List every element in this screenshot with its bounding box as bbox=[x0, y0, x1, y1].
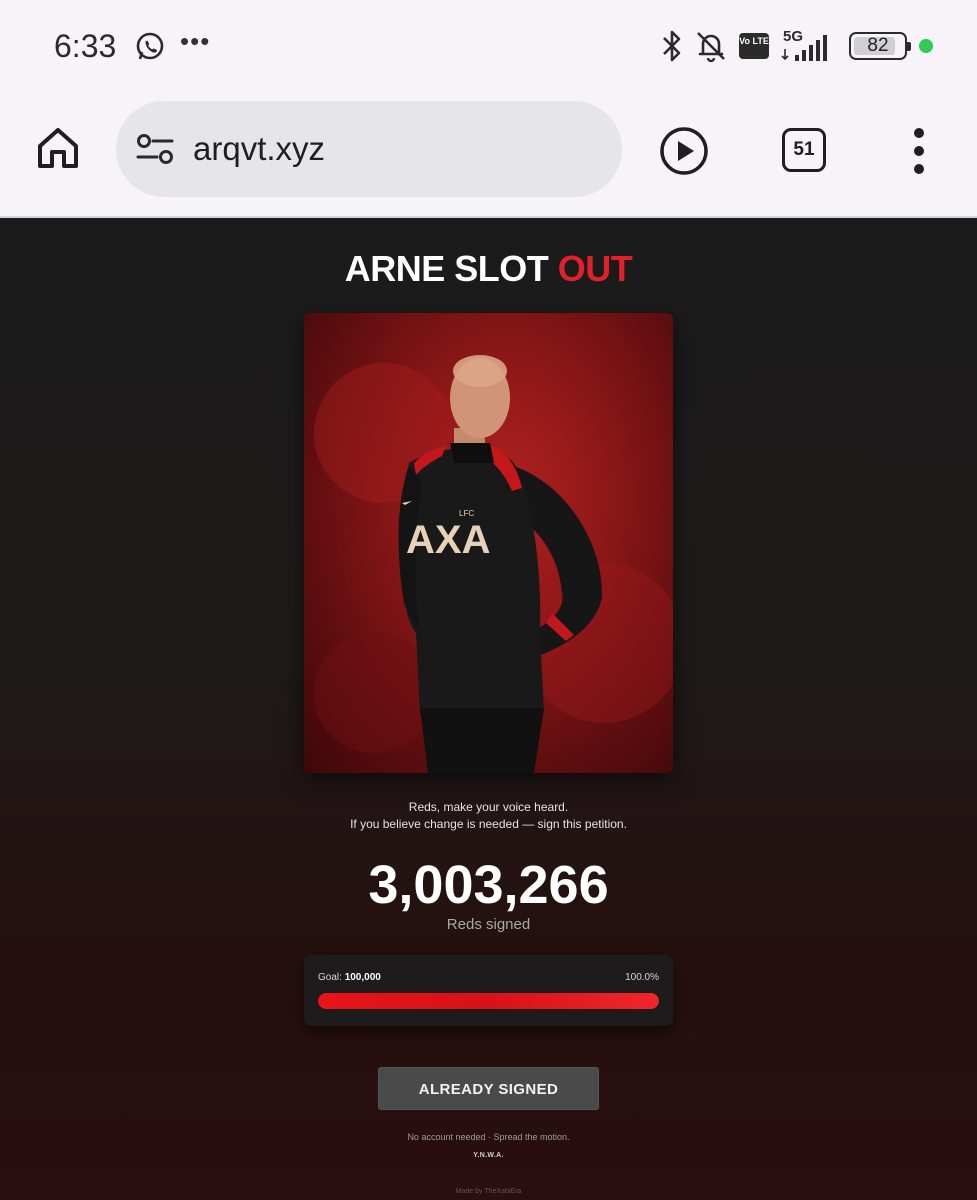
volte-icon: Vo LTE bbox=[739, 33, 769, 59]
overflow-menu-icon[interactable] bbox=[906, 127, 932, 175]
bluetooth-icon bbox=[663, 30, 681, 62]
clock: 6:33 bbox=[54, 28, 117, 64]
tab-switcher-button[interactable]: 51 bbox=[782, 128, 826, 172]
tagline-line1: Reds, make your voice heard. bbox=[408, 800, 569, 814]
title-name: ARNE SLOT bbox=[344, 248, 549, 289]
signal-icon bbox=[781, 35, 827, 61]
shirt-sponsor-text: AXA bbox=[406, 518, 490, 562]
goal-label: Goal: bbox=[318, 972, 342, 983]
footer-motto: Y.N.W.A. bbox=[473, 1152, 504, 1159]
footer-note: No account needed · Spread the motion. bbox=[407, 1132, 570, 1142]
battery-level: 82 bbox=[867, 35, 889, 56]
petition-page: ARNE SLOT OUT AXA LFC Reds, make your vo… bbox=[0, 218, 977, 1200]
play-icon[interactable] bbox=[659, 126, 709, 176]
url-text[interactable]: arqvt.xyz bbox=[193, 130, 325, 168]
goal-label-group: Goal: 100,000 bbox=[318, 972, 381, 983]
already-signed-button[interactable]: ALREADY SIGNED bbox=[378, 1067, 599, 1110]
signature-count-label: Reds signed bbox=[446, 916, 531, 933]
tagline: Reds, make your voice heard. If you beli… bbox=[0, 799, 977, 833]
goal-value: 100,000 bbox=[344, 972, 381, 983]
battery-icon: 82 bbox=[849, 32, 911, 60]
home-button[interactable] bbox=[36, 126, 80, 170]
crest-text: LFC bbox=[459, 509, 474, 518]
tagline-line2: If you believe change is needed — sign t… bbox=[350, 817, 627, 831]
status-bar: 6:33 ••• Vo LTE 5G 82 bbox=[0, 0, 977, 92]
volte-label: Vo LTE bbox=[739, 36, 769, 46]
manager-photo: AXA LFC bbox=[304, 313, 673, 773]
page-title: ARNE SLOT OUT bbox=[0, 248, 977, 290]
more-notifications-icon: ••• bbox=[180, 26, 211, 56]
progress-bar-track bbox=[318, 993, 659, 1009]
address-bar[interactable]: arqvt.xyz bbox=[116, 101, 622, 197]
progress-bar-fill bbox=[318, 993, 659, 1009]
privacy-indicator-dot bbox=[919, 39, 933, 53]
goal-percent: 100.0% bbox=[625, 972, 659, 983]
goal-progress-card: Goal: 100,000 100.0% bbox=[304, 955, 673, 1026]
title-out: OUT bbox=[557, 248, 633, 289]
notifications-muted-icon bbox=[697, 32, 725, 63]
footer-credit: Made by TheXabiEra bbox=[455, 1188, 522, 1195]
signature-count: 3,003,266 bbox=[368, 855, 609, 915]
browser-toolbar: arqvt.xyz 51 bbox=[0, 92, 977, 218]
manager-figure-illustration: AXA LFC bbox=[314, 355, 673, 773]
signal-strength: 5G bbox=[781, 28, 837, 63]
whatsapp-icon bbox=[136, 32, 164, 60]
site-settings-icon[interactable] bbox=[136, 133, 174, 165]
